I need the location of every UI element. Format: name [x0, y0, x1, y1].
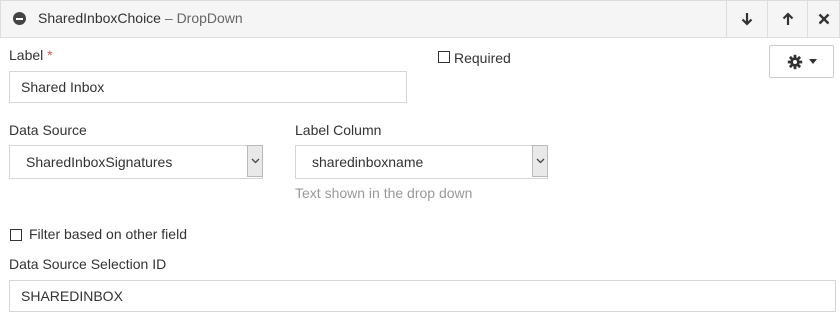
panel-title: SharedInboxChoice – DropDown: [38, 10, 243, 26]
data-source-label: Data Source: [9, 122, 87, 138]
move-down-button[interactable]: [726, 1, 767, 37]
label-text: Label: [9, 47, 44, 63]
label-column-select[interactable]: sharedinboxname: [295, 145, 548, 179]
label-column-label: Label Column: [295, 122, 382, 138]
move-up-button[interactable]: [767, 1, 808, 37]
label-column-help-text: Text shown in the drop down: [295, 185, 473, 201]
required-checkbox[interactable]: [438, 51, 450, 63]
arrow-down-icon: [741, 13, 753, 26]
field-editor-panel: SharedInboxChoice – DropDown Label * Sha…: [0, 0, 840, 333]
panel-header: SharedInboxChoice – DropDown: [0, 0, 840, 38]
selection-id-label: Data Source Selection ID: [9, 256, 167, 272]
title-separator: –: [160, 10, 177, 26]
label-column-dropdown-arrow[interactable]: [532, 145, 548, 177]
minus-circle-icon[interactable]: [13, 12, 26, 25]
required-marker: *: [47, 47, 53, 63]
field-name: SharedInboxChoice: [38, 10, 161, 26]
gear-icon: [787, 54, 802, 69]
data-source-dropdown-arrow[interactable]: [247, 145, 263, 177]
data-source-value: SharedInboxSignatures: [26, 154, 173, 170]
arrow-up-icon: [782, 12, 794, 25]
required-label: Required: [454, 50, 511, 66]
filter-label: Filter based on other field: [29, 226, 187, 242]
filter-checkbox[interactable]: [10, 229, 22, 241]
settings-dropdown-button[interactable]: [769, 45, 834, 78]
field-type: DropDown: [176, 10, 243, 26]
selection-id-input[interactable]: SHAREDINBOX: [9, 280, 836, 312]
label-field-label: Label *: [9, 47, 53, 63]
caret-down-icon: [808, 59, 817, 64]
remove-field-button[interactable]: [807, 1, 840, 37]
label-input[interactable]: Shared Inbox: [9, 71, 407, 103]
chevron-down-icon: [536, 158, 544, 164]
chevron-down-icon: [251, 158, 259, 164]
data-source-select[interactable]: SharedInboxSignatures: [9, 145, 263, 179]
label-column-value: sharedinboxname: [312, 154, 424, 170]
close-icon: [818, 13, 830, 25]
